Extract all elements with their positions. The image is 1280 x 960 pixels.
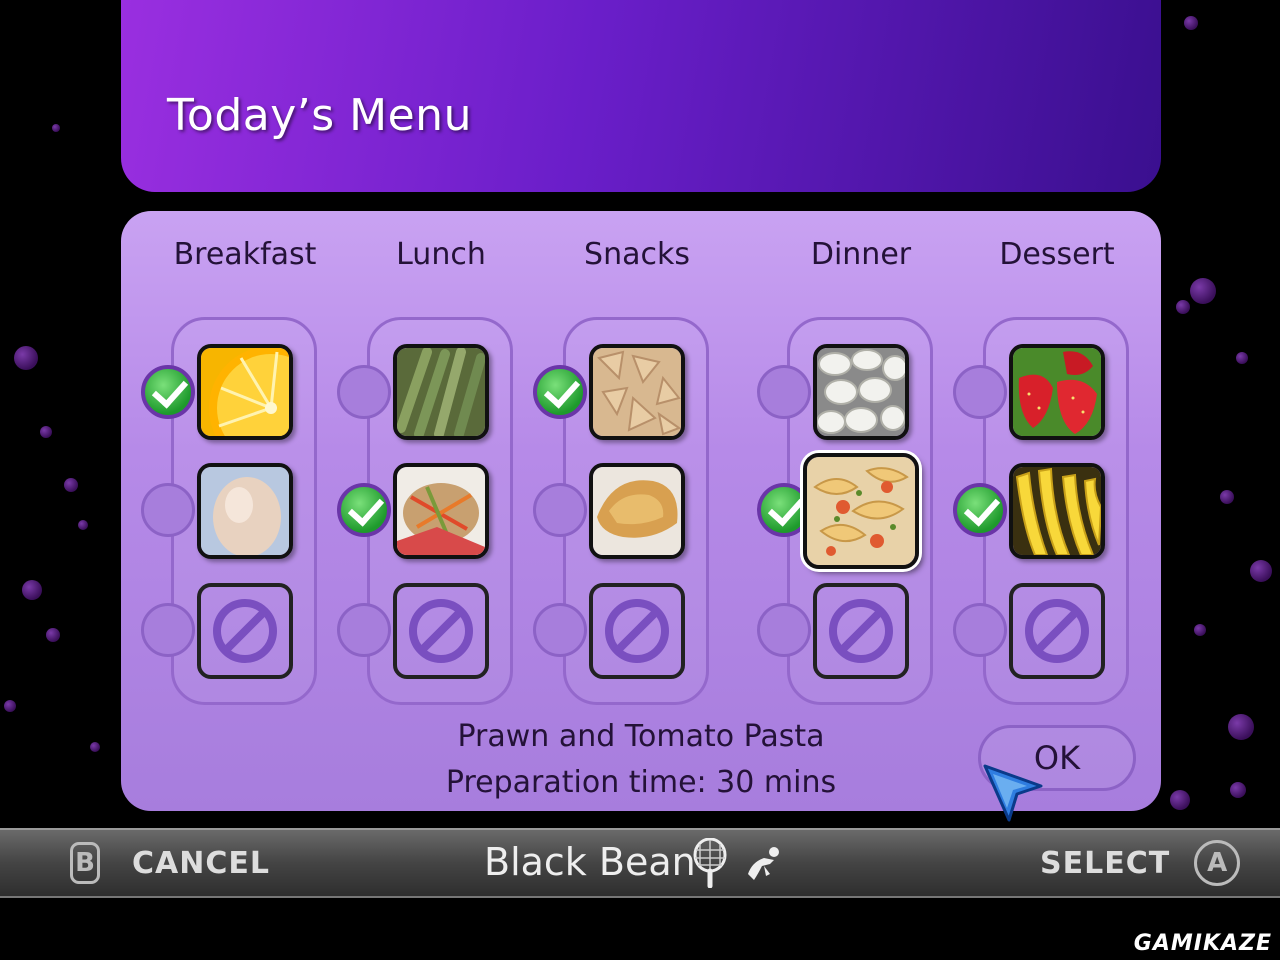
profile-name: Black Bean bbox=[484, 840, 696, 884]
food-tile-salad[interactable] bbox=[393, 463, 489, 559]
page-title: Today’s Menu bbox=[167, 90, 472, 141]
radio-snacks-cereal[interactable] bbox=[533, 365, 587, 419]
cancel-hint[interactable]: B CANCEL bbox=[70, 830, 270, 896]
tennis-racket-icon bbox=[693, 838, 727, 888]
column-label-dessert: Dessert bbox=[999, 237, 1115, 272]
radio-dessert-strawberries[interactable] bbox=[953, 365, 1007, 419]
radio-snacks-pastry[interactable] bbox=[533, 483, 587, 537]
cancel-label: CANCEL bbox=[132, 845, 270, 881]
radio-dessert-none[interactable] bbox=[953, 603, 1007, 657]
food-tile-asparagus[interactable] bbox=[393, 344, 489, 440]
food-tile-bananas[interactable] bbox=[1009, 463, 1105, 559]
checkmark-icon bbox=[963, 489, 1001, 527]
select-hint[interactable]: SELECT A bbox=[1040, 830, 1241, 896]
radio-dinner-beans[interactable] bbox=[757, 365, 811, 419]
food-tile-white-beans[interactable] bbox=[813, 344, 909, 440]
checkmark-icon bbox=[347, 489, 385, 527]
b-button-icon: B bbox=[70, 842, 100, 884]
radio-breakfast-orange[interactable] bbox=[141, 365, 195, 419]
prohibited-icon bbox=[409, 599, 473, 663]
prohibited-icon bbox=[829, 599, 893, 663]
watermark: GAMIKAZE bbox=[1133, 931, 1272, 956]
food-tile-prawn-pasta[interactable] bbox=[803, 453, 919, 569]
no-food-tile-lunch[interactable] bbox=[393, 583, 489, 679]
radio-dinner-none[interactable] bbox=[757, 603, 811, 657]
column-label-snacks: Snacks bbox=[584, 237, 690, 272]
pointer-cursor-icon bbox=[983, 764, 1043, 822]
checkmark-icon bbox=[151, 371, 189, 409]
column-label-dinner: Dinner bbox=[810, 237, 912, 272]
header-banner: Today’s Menu bbox=[121, 0, 1161, 192]
no-food-tile-snacks[interactable] bbox=[589, 583, 685, 679]
preparation-time: Preparation time: 30 mins bbox=[445, 765, 837, 800]
radio-breakfast-egg[interactable] bbox=[141, 483, 195, 537]
swimmer-icon bbox=[748, 847, 779, 880]
menu-panel: Breakfast Lunch Snacks Dinner Dessert Pr… bbox=[121, 211, 1161, 822]
radio-lunch-salad[interactable] bbox=[337, 483, 391, 537]
checkmark-icon bbox=[543, 371, 581, 409]
radio-dessert-bananas[interactable] bbox=[953, 483, 1007, 537]
prohibited-icon bbox=[1025, 599, 1089, 663]
no-food-tile-dinner[interactable] bbox=[813, 583, 909, 679]
no-food-tile-dessert[interactable] bbox=[1009, 583, 1105, 679]
radio-breakfast-none[interactable] bbox=[141, 603, 195, 657]
food-tile-cereal-flakes[interactable] bbox=[589, 344, 685, 440]
food-tile-egg[interactable] bbox=[197, 463, 293, 559]
radio-lunch-asparagus[interactable] bbox=[337, 365, 391, 419]
column-label-breakfast: Breakfast bbox=[173, 237, 317, 272]
footer-bar: B CANCEL Black Bean SELECT A bbox=[0, 828, 1280, 898]
a-button-icon: A bbox=[1194, 840, 1241, 886]
no-food-tile-breakfast[interactable] bbox=[197, 583, 293, 679]
prohibited-icon bbox=[605, 599, 669, 663]
select-label: SELECT bbox=[1040, 845, 1171, 881]
radio-lunch-none[interactable] bbox=[337, 603, 391, 657]
selected-dish-name: Prawn and Tomato Pasta bbox=[457, 719, 825, 754]
prohibited-icon bbox=[213, 599, 277, 663]
food-tile-orange[interactable] bbox=[197, 344, 293, 440]
radio-snacks-none[interactable] bbox=[533, 603, 587, 657]
column-label-lunch: Lunch bbox=[396, 237, 486, 272]
checkmark-icon bbox=[767, 489, 805, 527]
food-tile-strawberries[interactable] bbox=[1009, 344, 1105, 440]
food-tile-pastry[interactable] bbox=[589, 463, 685, 559]
